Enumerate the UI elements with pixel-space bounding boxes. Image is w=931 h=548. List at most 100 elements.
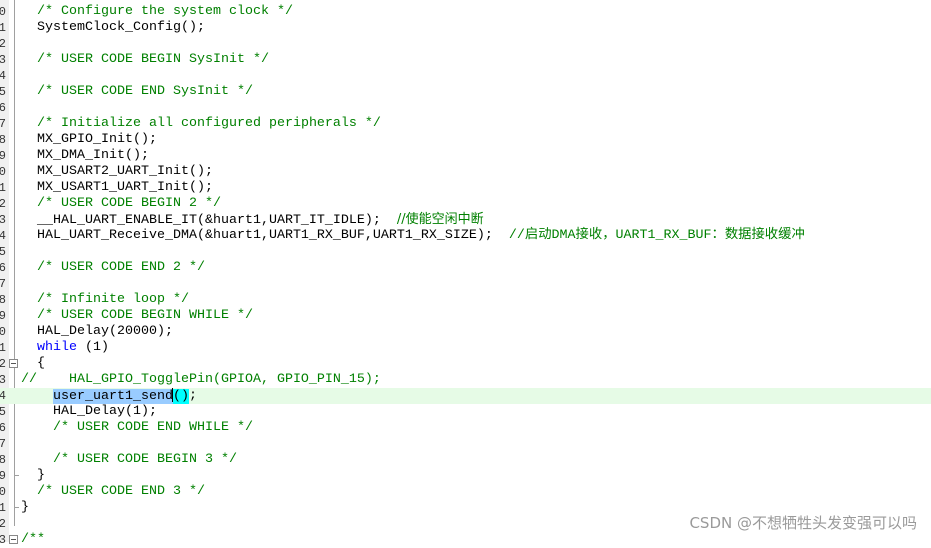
code-token: HAL_UART_Receive_DMA(&huart1,UART1_RX_BU… [21,228,509,243]
code-line[interactable]: 9 /* USER CODE BEGIN WHILE */ [0,308,931,324]
code-comment: /* Initialize all configured peripherals… [37,116,381,131]
code-comment: /* USER CODE END 2 */ [37,260,205,275]
code-line[interactable]: 9 MX_DMA_Init(); [0,148,931,164]
code-editor[interactable]: 0 /* Configure the system clock */1 Syst… [0,4,931,548]
current-code-line[interactable]: 4 user_uart1_send(); [0,388,931,404]
code-line[interactable]: 3 // HAL_GPIO_TogglePin(GPIOA, GPIO_PIN_1… [0,372,931,388]
code-text: HAL_Delay(20000); [21,324,931,340]
line-number: 6 [0,101,6,115]
code-text: HAL_UART_Receive_DMA(&huart1,UART1_RX_BU… [21,228,931,244]
code-line[interactable]: 0 /* USER CODE END 3 */ [0,484,931,500]
code-token: } [21,468,45,483]
code-line[interactable]: 7 [0,276,931,292]
code-line[interactable]: 8 MX_GPIO_Init(); [0,132,931,148]
code-line[interactable]: 7 /* Initialize all configured periphera… [0,116,931,132]
code-text: /* USER CODE END SysInit */ [21,84,931,100]
line-number: 0 [0,5,6,19]
code-comment: //启动DMA接收，UART1_RX_BUF：数据接收缓冲 [508,228,805,243]
code-comment: /* USER CODE BEGIN 2 */ [37,196,221,211]
code-line[interactable]: 2 [0,36,931,52]
code-line[interactable]: 4 HAL_UART_Receive_DMA(&huart1,UART1_RX_… [0,228,931,244]
code-line[interactable]: 8 /* USER CODE BEGIN 3 */ [0,452,931,468]
line-number: 4 [0,229,6,243]
code-line[interactable]: 3 /** [0,532,931,548]
code-comment: /* Configure the system clock */ [37,4,293,19]
line-number: 2 [0,517,6,531]
code-text: user_uart1_send(); [21,388,931,405]
selected-text: user_uart1_send [53,388,173,404]
line-number: 3 [0,53,6,67]
line-number: 8 [0,133,6,147]
code-line[interactable]: 6 [0,100,931,116]
code-line[interactable]: 3 __HAL_UART_ENABLE_IT(&huart1,UART_IT_I… [0,212,931,228]
code-comment: /* USER CODE END SysInit */ [37,84,253,99]
code-text: { [21,356,931,372]
code-line[interactable]: 5 /* USER CODE END SysInit */ [0,84,931,100]
code-line[interactable]: 0 HAL_Delay(20000); [0,324,931,340]
fold-end-marker [14,507,19,508]
fold-end-marker [14,475,19,476]
code-comment: /* Infinite loop */ [37,292,189,307]
code-keyword: while [37,340,77,355]
code-text: /* USER CODE BEGIN 2 */ [21,196,931,212]
line-number: 1 [0,181,6,195]
line-number: 4 [0,69,6,83]
code-line[interactable]: 0 /* Configure the system clock */ [0,4,931,20]
code-line[interactable]: 6 /* USER CODE END 2 */ [0,260,931,276]
code-line[interactable]: 1 SystemClock_Config(); [0,20,931,36]
code-comment: // HAL_GPIO_TogglePin(GPIOA, GPIO_PIN_15… [21,372,381,387]
code-token: HAL_Delay(20000); [21,324,173,339]
code-text: MX_DMA_Init(); [21,148,931,164]
code-line[interactable]: 3 /* USER CODE BEGIN SysInit */ [0,52,931,68]
code-line[interactable]: 4 [0,68,931,84]
code-line[interactable]: 2 { [0,356,931,372]
code-text: /* USER CODE BEGIN SysInit */ [21,52,931,68]
code-comment: /* USER CODE BEGIN WHILE */ [37,308,253,323]
code-text: /* Initialize all configured peripherals… [21,116,931,132]
code-line[interactable]: 2 /* USER CODE BEGIN 2 */ [0,196,931,212]
line-number: 2 [0,197,6,211]
line-number: 0 [0,325,6,339]
code-text: __HAL_UART_ENABLE_IT(&huart1,UART_IT_IDL… [21,212,931,229]
line-number: 8 [0,293,6,307]
code-comment: //使能空闲中断 [396,212,484,227]
line-number: 8 [0,453,6,467]
code-line[interactable]: 5 HAL_Delay(1); [0,404,931,420]
code-comment: /* USER CODE BEGIN SysInit */ [37,52,269,67]
code-line[interactable]: 5 [0,244,931,260]
line-number: 5 [0,405,6,419]
code-line[interactable]: 6 /* USER CODE END WHILE */ [0,420,931,436]
code-text: /** [21,532,931,548]
code-text: while (1) [21,340,931,356]
line-number: 5 [0,85,6,99]
fold-collapse-icon[interactable] [9,535,18,544]
code-text: /* USER CODE END 3 */ [21,484,931,500]
code-line[interactable]: 7 [0,436,931,452]
code-text: MX_GPIO_Init(); [21,132,931,148]
line-number: 9 [0,469,6,483]
line-number: 7 [0,277,6,291]
code-text: /* USER CODE END 2 */ [21,260,931,276]
code-text: // HAL_GPIO_TogglePin(GPIOA, GPIO_PIN_15… [21,372,931,388]
line-number: 7 [0,117,6,131]
line-number: 4 [0,389,6,403]
code-line[interactable]: 9 } [0,468,931,484]
code-line[interactable]: 1 MX_USART1_UART_Init(); [0,180,931,196]
code-text: /* USER CODE BEGIN 3 */ [21,452,931,468]
code-line[interactable]: 8 /* Infinite loop */ [0,292,931,308]
code-line[interactable]: 0 MX_USART2_UART_Init(); [0,164,931,180]
fold-collapse-icon[interactable] [9,359,18,368]
code-token: ; [188,388,197,404]
code-line[interactable]: 1 while (1) [0,340,931,356]
line-number: 5 [0,245,6,259]
code-token: HAL_Delay(1); [21,404,157,419]
